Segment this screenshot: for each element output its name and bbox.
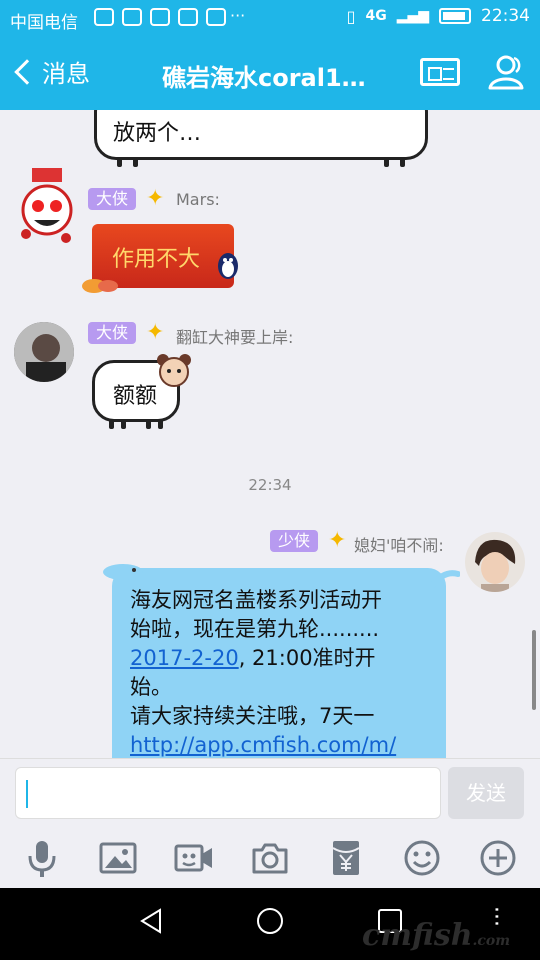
video-icon[interactable]	[174, 838, 214, 878]
home-nav-icon[interactable]	[255, 906, 285, 936]
composer-bar: 发送	[0, 758, 540, 830]
group-members-icon[interactable]	[486, 54, 526, 90]
star-icon: ✦	[146, 186, 165, 211]
camera-icon[interactable]	[250, 838, 290, 878]
vibrate-icon: ▯	[346, 6, 356, 26]
bubble-decoration-icon	[430, 570, 460, 588]
bubble-decoration-icon	[103, 564, 143, 580]
group-card-icon[interactable]	[420, 58, 460, 86]
status-bar: 中国电信 ··· ▯ 4G ▂▄▆ 22:34	[0, 0, 540, 36]
star-icon: ✦	[146, 320, 165, 345]
emoji-icon[interactable]	[402, 838, 442, 878]
signal-icon: ▂▄▆	[396, 8, 429, 24]
sticker-face-icon	[157, 354, 191, 387]
input-toolbar	[0, 830, 540, 888]
notification-icon	[94, 8, 114, 26]
message-line: 始。	[130, 675, 172, 699]
message-line: 海友网冠名盖楼系列活动开	[130, 588, 382, 612]
carrier-label: 中国电信	[10, 13, 78, 33]
avatar[interactable]	[14, 322, 74, 382]
notification-icons	[94, 8, 226, 26]
message-text: 放两个…	[113, 121, 202, 146]
watermark: cmfish.com	[362, 918, 510, 953]
scrollbar[interactable]	[532, 630, 536, 710]
level-badge: 大侠	[88, 322, 137, 344]
battery-icon	[439, 8, 471, 24]
message-text: 额额	[113, 384, 158, 409]
chat-header: 消息 礁岩海水coral1…	[0, 36, 540, 110]
back-nav-icon[interactable]	[136, 906, 166, 936]
message-text: , 21:00准时开	[238, 646, 376, 670]
message-input[interactable]	[15, 767, 441, 819]
chat-title: 礁岩海水coral1…	[162, 64, 366, 92]
date-link[interactable]: 2017-2-20	[130, 646, 239, 670]
notification-icon	[178, 8, 198, 26]
level-badge: 大侠	[88, 188, 137, 210]
chevron-left-icon	[14, 58, 40, 85]
star-icon: ✦	[328, 528, 347, 553]
send-button[interactable]: 发送	[448, 767, 524, 819]
watermark-text: cmfish	[362, 918, 473, 953]
image-icon[interactable]	[98, 838, 138, 878]
message-bubble[interactable]: 放两个…	[94, 110, 428, 167]
message-timestamp: 22:34	[248, 476, 292, 494]
notification-icon	[150, 8, 170, 26]
message-line: 2017-2-20, 21:00准时开	[130, 644, 426, 673]
red-packet-icon[interactable]	[326, 838, 366, 878]
notification-icon	[206, 8, 226, 26]
status-time: 22:34	[481, 6, 530, 26]
message-line: http://app.cmfish.com/m/	[130, 731, 426, 758]
sticker-text: 作用不大	[112, 247, 201, 272]
url-link[interactable]: http://app.cmfish.com/m/	[130, 733, 396, 757]
message-bubble[interactable]: 海友网冠名盖楼系列活动开 始啦，现在是第九轮......... 2017-2-2…	[112, 568, 446, 758]
notification-icon	[122, 8, 142, 26]
sender-name: 媳妇'咱不闹:	[354, 536, 444, 555]
watermark-suffix: .com	[472, 933, 511, 949]
penguin-icon	[218, 253, 238, 279]
network-label: 4G	[365, 8, 387, 24]
microphone-icon[interactable]	[22, 838, 62, 878]
back-button[interactable]: 消息	[12, 54, 90, 89]
more-notifications-icon: ···	[230, 6, 246, 25]
plus-icon[interactable]	[478, 838, 518, 878]
level-badge: 少侠	[270, 530, 319, 552]
pouch-icon	[82, 279, 118, 293]
chat-messages[interactable]: 放两个… 大侠 ✦ Mars: 作用不大 大侠 ✦ 翻缸大神要上岸: 额额 22…	[0, 110, 540, 758]
avatar[interactable]	[14, 168, 80, 252]
back-label: 消息	[42, 60, 90, 88]
text-cursor	[26, 780, 28, 808]
sender-name: Mars:	[176, 190, 220, 209]
sender-name: 翻缸大神要上岸:	[176, 328, 294, 347]
message-line: 请大家持续关注哦，7天一	[130, 704, 375, 728]
avatar[interactable]	[465, 532, 525, 592]
message-line: 始啦，现在是第九轮.........	[130, 617, 380, 641]
sticker-image[interactable]: 作用不大	[82, 224, 238, 293]
